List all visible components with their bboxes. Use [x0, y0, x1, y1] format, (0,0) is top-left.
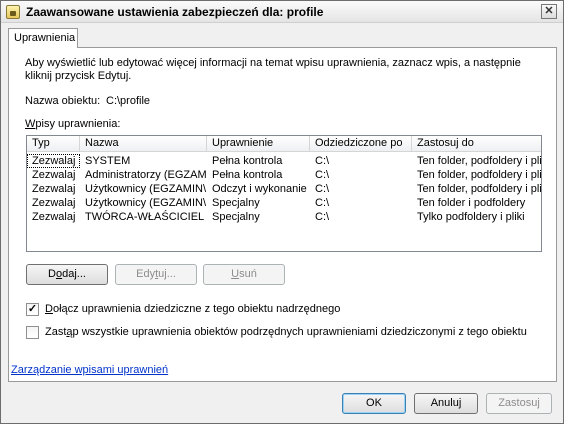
inherit-permissions-checkbox[interactable]: ✓	[26, 303, 39, 316]
title-bar[interactable]: Zaawansowane ustawienia zabezpieczeń dla…	[1, 1, 563, 23]
cell-apply-to: Tylko podfoldery i pliki	[417, 211, 525, 223]
permissions-panel: Aby wyświetlić lub edytować więcej infor…	[8, 47, 557, 382]
table-row[interactable]: Zezwalaj Użytkownicy (EGZAMIN\... Specja…	[27, 196, 541, 210]
cell-type: Zezwalaj	[32, 197, 76, 209]
cell-name: Użytkownicy (EGZAMIN\...	[85, 197, 207, 209]
cancel-button[interactable]: Anuluj	[414, 393, 478, 414]
column-header-inherited-from[interactable]: Odziedziczone po	[310, 136, 412, 152]
cell-permission: Odczyt i wykonanie	[212, 183, 307, 195]
cell-inherited-from: C:\	[315, 155, 330, 167]
cell-type: Zezwalaj	[32, 169, 76, 181]
manage-permission-entries-link[interactable]: Zarządzanie wpisami uprawnień	[11, 364, 168, 376]
object-name-value: C:\profile	[106, 95, 151, 107]
apply-button[interactable]: Zastosuj	[486, 393, 552, 414]
add-button[interactable]: Dodaj...	[26, 264, 108, 285]
table-row[interactable]: Zezwalaj Użytkownicy (EGZAMIN\... Odczyt…	[27, 182, 541, 196]
cell-inherited-from: C:\	[315, 197, 330, 209]
window-title: Zaawansowane ustawienia zabezpieczeń dla…	[26, 5, 324, 19]
cell-permission: Pełna kontrola	[212, 169, 283, 181]
column-header-permission[interactable]: Uprawnienie	[207, 136, 310, 152]
ok-button[interactable]: OK	[342, 393, 406, 414]
cell-type: Zezwalaj	[27, 154, 80, 168]
table-row[interactable]: Zezwalaj Administratorzy (EGZAM... Pełna…	[27, 168, 541, 182]
table-header: Typ Nazwa Uprawnienie Odziedziczone po Z…	[27, 136, 541, 152]
cell-apply-to: Ten folder i podfoldery	[417, 197, 526, 209]
column-header-type[interactable]: Typ	[27, 136, 80, 152]
cell-name: Administratorzy (EGZAM...	[85, 169, 207, 181]
cell-apply-to: Ten folder, podfoldery i pliki	[417, 169, 542, 181]
cell-inherited-from: C:\	[315, 169, 330, 181]
cell-inherited-from: C:\	[315, 183, 330, 195]
cell-type: Zezwalaj	[32, 211, 76, 223]
cell-apply-to: Ten folder, podfoldery i pliki	[417, 155, 542, 167]
dialog-window: Zaawansowane ustawienia zabezpieczeń dla…	[0, 0, 564, 424]
inherit-permissions-label[interactable]: Dołącz uprawnienia dziedziczne z tego ob…	[45, 303, 340, 315]
object-name-label: Nazwa obiektu:	[25, 95, 101, 107]
replace-child-permissions-checkbox[interactable]	[26, 326, 39, 339]
cell-permission: Specjalny	[212, 211, 260, 223]
column-header-apply-to[interactable]: Zastosuj do	[412, 136, 541, 152]
permission-entries-table[interactable]: Typ Nazwa Uprawnienie Odziedziczone po Z…	[26, 135, 542, 252]
description-text: Aby wyświetlić lub edytować więcej infor…	[25, 57, 521, 82]
cell-name: TWÓRCA-WŁAŚCICIEL	[85, 211, 205, 223]
table-row[interactable]: Zezwalaj SYSTEM Pełna kontrola C:\ Ten f…	[27, 154, 541, 168]
tab-permissions[interactable]: Uprawnienia	[8, 28, 78, 48]
replace-child-permissions-label[interactable]: Zastąp wszystkie uprawnienia obiektów po…	[45, 326, 527, 338]
cell-apply-to: Ten folder, podfoldery i pliki	[417, 183, 542, 195]
column-header-name[interactable]: Nazwa	[80, 136, 207, 152]
cell-type: Zezwalaj	[32, 183, 76, 195]
lock-icon	[6, 5, 20, 19]
cell-name: Użytkownicy (EGZAMIN\...	[85, 183, 207, 195]
cell-permission: Specjalny	[212, 197, 260, 209]
table-row[interactable]: Zezwalaj TWÓRCA-WŁAŚCICIEL Specjalny C:\…	[27, 210, 541, 224]
edit-button[interactable]: Edytuj...	[115, 264, 197, 285]
remove-button[interactable]: Usuń	[203, 264, 285, 285]
cell-permission: Pełna kontrola	[212, 155, 283, 167]
cell-name: SYSTEM	[85, 155, 131, 167]
close-button[interactable]: ✕	[541, 4, 557, 19]
cell-inherited-from: C:\	[315, 211, 330, 223]
entries-label: Wpisy uprawnienia:	[25, 118, 121, 130]
